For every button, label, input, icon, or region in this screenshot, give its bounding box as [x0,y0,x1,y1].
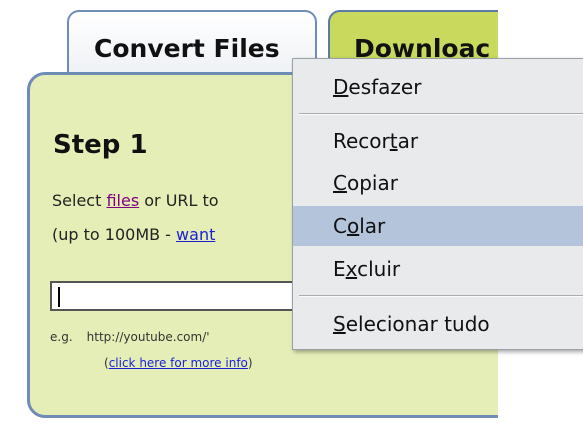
menu-item-label-post: elecionar tudo [345,312,490,336]
menu-item-label-pre: C [333,214,347,238]
menu-item-label-pre: Recor [333,129,390,153]
menu-item-colar[interactable]: Colar [293,206,583,246]
menu-separator [299,113,583,115]
example-label: e.g. [50,330,73,344]
select-prefix: Select [52,191,107,210]
menu-item-accel-key: t [389,129,398,153]
menu-item-accel-key: S [333,312,346,336]
menu-item-selecionar-tudo[interactable]: Selecionar tudo [293,304,583,344]
menu-item-desfazer[interactable]: Desfazer [293,67,583,107]
tab-convert-files-label: Convert Files [94,34,280,63]
menu-separator [299,295,583,297]
menu-item-accel-key: C [333,171,347,195]
tab-convert-files[interactable]: Convert Files [67,10,317,76]
context-menu: Desfazer Recortar Copiar Colar Excluir S… [292,58,583,350]
files-link[interactable]: files [106,191,139,210]
more-info-text: (click here for more info) [104,356,253,370]
menu-item-accel-key: D [333,75,349,99]
menu-item-label-post: opiar [346,171,398,195]
menu-item-label-post: esfazer [348,75,422,99]
want-more-link[interactable]: want [176,225,215,244]
menu-item-accel-key: o [346,214,360,238]
text-caret [58,287,60,307]
menu-item-label-pre: E [333,257,346,281]
size-prefix: (up to 100MB - [52,225,177,244]
size-limit-text: (up to 100MB - want [52,225,215,244]
menu-item-label-post: lar [359,214,386,238]
menu-item-label-post: cluir [357,257,401,281]
menu-item-recortar[interactable]: Recortar [293,121,583,161]
more-info-link[interactable]: click here for more info [109,356,248,370]
select-instructions: Select files or URL to [52,191,219,210]
menu-item-label-post: ar [397,129,419,153]
example-url: http://youtube.com/' [86,330,210,344]
menu-item-copiar[interactable]: Copiar [293,163,583,203]
select-suffix: or URL to [139,191,219,210]
step-title: Step 1 [53,130,148,160]
more-info-close-paren: ) [247,356,253,370]
menu-item-accel-key: x [345,257,358,281]
example-text: e.g. http://youtube.com/' [50,330,210,344]
menu-item-excluir[interactable]: Excluir [293,249,583,289]
